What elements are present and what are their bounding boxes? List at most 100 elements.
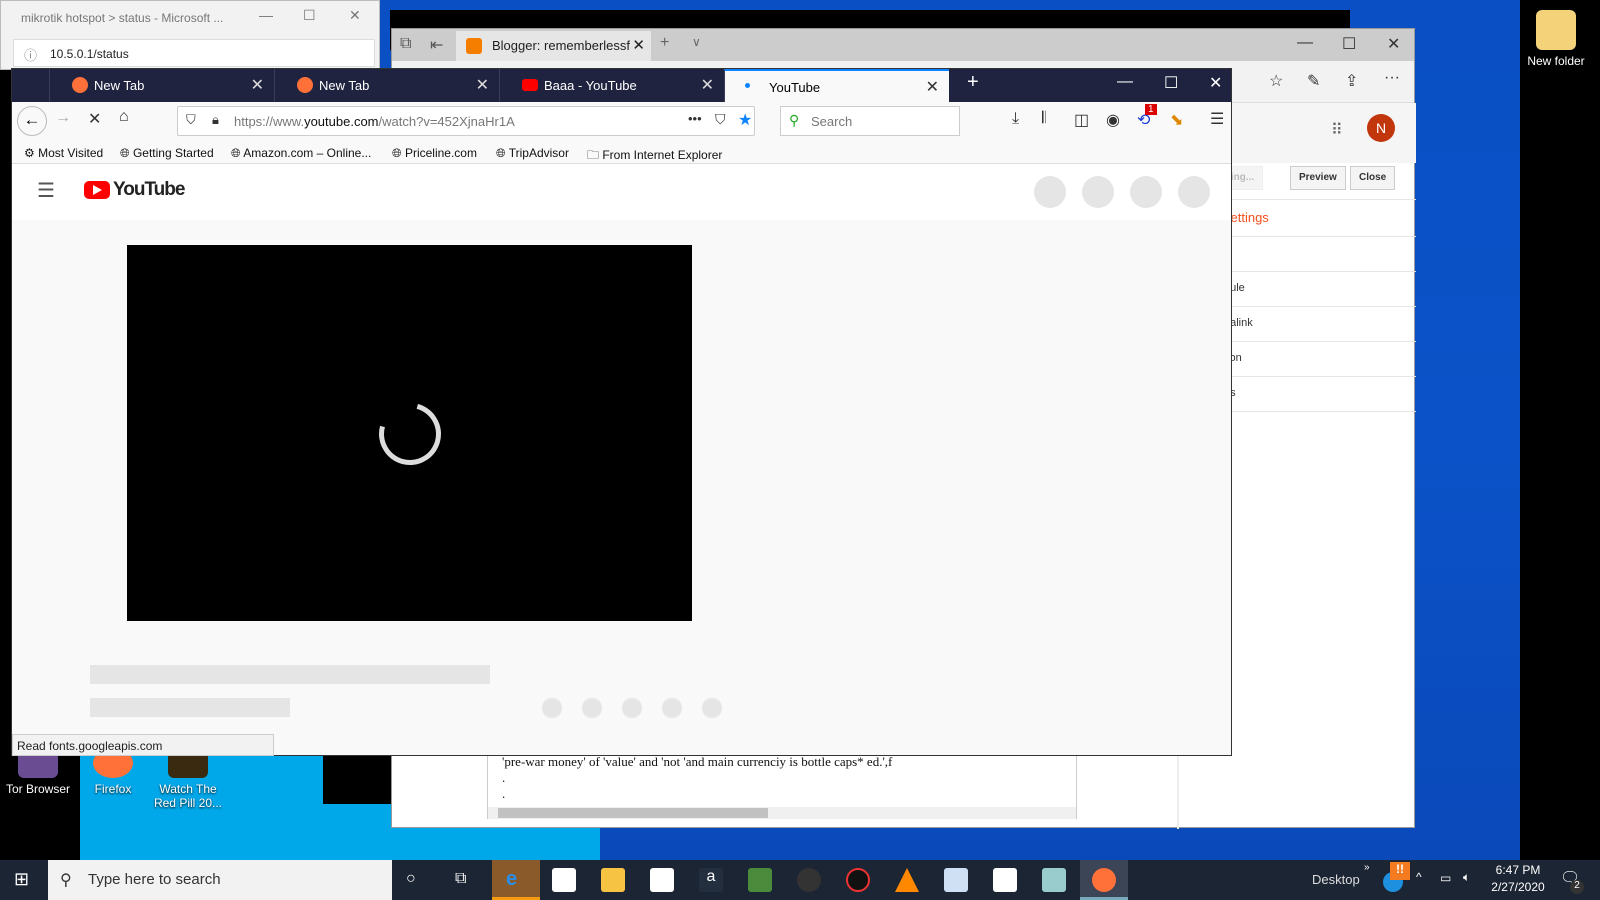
alert-icon[interactable]: !!: [1390, 862, 1410, 880]
settings-row-permalink[interactable]: nalink: [1224, 307, 1416, 342]
tab-baaa-youtube[interactable]: Baaa - YouTube ✕: [499, 69, 724, 102]
horizontal-scrollbar[interactable]: [488, 807, 1076, 819]
firefox-window[interactable]: New Tab ✕ New Tab ✕ Baaa - YouTube ✕ YouTub…: [11, 68, 1232, 756]
wordpad-icon[interactable]: [944, 868, 968, 892]
clock[interactable]: 6:47 PM 2/27/2020: [1486, 863, 1550, 894]
close-tab-icon[interactable]: ✕: [701, 75, 714, 95]
forward-button[interactable]: →: [55, 109, 71, 127]
bookmark-amazon[interactable]: 🌐︎ Amazon.com – Online...: [231, 146, 371, 161]
store-icon[interactable]: [552, 868, 576, 892]
url-bar[interactable]: ⛉ 🔒︎ https://www.youtube.com/watch?v=452…: [177, 106, 755, 136]
settings-row-schedule[interactable]: dule: [1224, 272, 1416, 307]
desktop-toolbar[interactable]: Desktop: [1312, 872, 1360, 887]
desktop-icon-new-folder[interactable]: New folder: [1518, 10, 1594, 68]
paint-icon[interactable]: [1042, 868, 1066, 892]
back-button[interactable]: ←: [17, 106, 47, 136]
bookmark-tripadvisor[interactable]: 🌐︎ TripAdvisor: [496, 146, 569, 161]
tab-list-chevron-icon[interactable]: ∨: [692, 35, 701, 49]
tab-preview-icon[interactable]: ⧉: [400, 35, 411, 53]
minimize-button[interactable]: —: [1117, 73, 1133, 91]
account-icon[interactable]: ◉: [1106, 110, 1120, 130]
bookmark-label: TripAdvisor: [508, 146, 569, 160]
tab-new-tab-2[interactable]: New Tab ✕: [274, 69, 499, 102]
set-aside-tabs-icon[interactable]: ⇤: [430, 35, 443, 55]
close-tab-icon[interactable]: ✕: [926, 77, 939, 97]
minimize-button[interactable]: —: [259, 7, 273, 23]
stop-loading-button[interactable]: ✕: [88, 109, 101, 129]
start-windows-icon[interactable]: ⊞: [14, 869, 29, 890]
close-tab-icon[interactable]: ✕: [476, 75, 489, 95]
menu-icon[interactable]: ☰: [1210, 109, 1224, 129]
action-placeholder: [702, 698, 722, 718]
show-hidden-icons-chevron[interactable]: ^: [1416, 870, 1422, 884]
background-window-fragment: [323, 750, 393, 804]
bookmark-priceline[interactable]: 🌐︎ Priceline.com: [392, 146, 477, 161]
tab-blogger[interactable]: Blogger: rememberlessf ✕: [456, 31, 651, 61]
mail-icon[interactable]: [650, 868, 674, 892]
settings-row-location[interactable]: tion: [1224, 342, 1416, 377]
pen-icon[interactable]: ✎: [1307, 71, 1320, 91]
close-tab-icon[interactable]: ✕: [632, 36, 645, 54]
minimize-button[interactable]: —: [1297, 34, 1313, 52]
new-tab-button[interactable]: +: [967, 71, 979, 94]
edge-icon: e: [506, 868, 518, 890]
new-tab-button[interactable]: +: [660, 34, 669, 52]
library-icon[interactable]: 𝄃: [1042, 110, 1046, 128]
home-button[interactable]: ⌂: [119, 108, 129, 126]
bookmark-getting-started[interactable]: 🌐︎ Getting Started: [120, 146, 214, 161]
youtube-logo-icon[interactable]: [84, 181, 110, 199]
preview-button[interactable]: Preview: [1290, 166, 1346, 190]
downloads-icon[interactable]: ⤓: [1012, 110, 1019, 128]
tab-youtube-active[interactable]: YouTube ✕: [724, 69, 949, 102]
maximize-button[interactable]: ☐: [303, 7, 316, 24]
taskbar-firefox[interactable]: [1080, 860, 1128, 900]
tripadvisor-icon[interactable]: [748, 868, 772, 892]
camera-icon[interactable]: [993, 868, 1017, 892]
youtube-logo-text[interactable]: YouTube: [113, 179, 185, 201]
toolbar-expand-icon[interactable]: »: [1364, 862, 1370, 873]
close-tab-icon[interactable]: ✕: [251, 75, 264, 95]
title-placeholder: [90, 665, 490, 684]
bookmark-most-visited[interactable]: ⚙ Most Visited: [24, 146, 103, 160]
taskbar-edge[interactable]: e: [492, 860, 540, 900]
placeholder-button: [1130, 176, 1162, 208]
battery-icon[interactable]: ▭: [1440, 871, 1451, 885]
hamburger-menu-icon[interactable]: ☰: [37, 178, 55, 203]
search-input[interactable]: ⚲ Search: [780, 106, 960, 136]
sidebar-icon[interactable]: ◫: [1074, 110, 1089, 130]
bookmark-star-icon[interactable]: ★: [738, 110, 752, 130]
favorites-icon[interactable]: ☆: [1269, 71, 1283, 91]
video-player[interactable]: [127, 245, 692, 621]
close-button[interactable]: ✕: [1209, 73, 1222, 93]
address-bar[interactable]: ⓘ 10.5.0.1/status: [13, 39, 375, 67]
maximize-button[interactable]: ☐: [1164, 73, 1178, 93]
volume-icon[interactable]: 🔈︎: [1463, 870, 1470, 885]
close-button[interactable]: ✕: [1387, 34, 1400, 54]
task-view-icon[interactable]: ⧉: [455, 870, 466, 888]
webcam-icon[interactable]: [797, 868, 821, 892]
amazon-icon[interactable]: a: [699, 868, 723, 892]
color-app-icon[interactable]: [846, 868, 870, 892]
apps-grid-icon[interactable]: ⠿: [1331, 120, 1343, 140]
cortana-icon[interactable]: ○: [406, 870, 416, 888]
pocket-icon[interactable]: ⛉: [715, 111, 726, 128]
file-explorer-icon[interactable]: [601, 868, 625, 892]
more-icon[interactable]: ···: [1384, 69, 1400, 87]
settings-row-options[interactable]: ns: [1224, 377, 1416, 412]
vlc-icon[interactable]: [895, 868, 919, 892]
settings-row-labels[interactable]: s: [1224, 237, 1416, 272]
page-actions-icon[interactable]: •••: [688, 111, 702, 126]
desktop-icon-red-pill[interactable]: Watch The Red Pill 20...: [150, 748, 226, 810]
maximize-button[interactable]: ☐: [1342, 34, 1356, 54]
share-icon[interactable]: ⇪: [1345, 71, 1358, 91]
taskbar-search-input[interactable]: ⚲ Type here to search: [48, 860, 392, 900]
editor-line: .: [502, 786, 506, 801]
mikrotik-window[interactable]: mikrotik hotspot > status - Microsoft ..…: [0, 0, 380, 70]
tab-new-tab-1[interactable]: New Tab ✕: [49, 69, 274, 102]
close-post-button[interactable]: Close: [1350, 166, 1396, 190]
editor-line: .: [502, 770, 506, 785]
avatar[interactable]: N: [1367, 114, 1395, 142]
close-button[interactable]: ✕: [349, 7, 361, 24]
scrollbar-thumb[interactable]: [498, 808, 768, 818]
extension-arrow-icon[interactable]: ⬊: [1170, 110, 1183, 130]
